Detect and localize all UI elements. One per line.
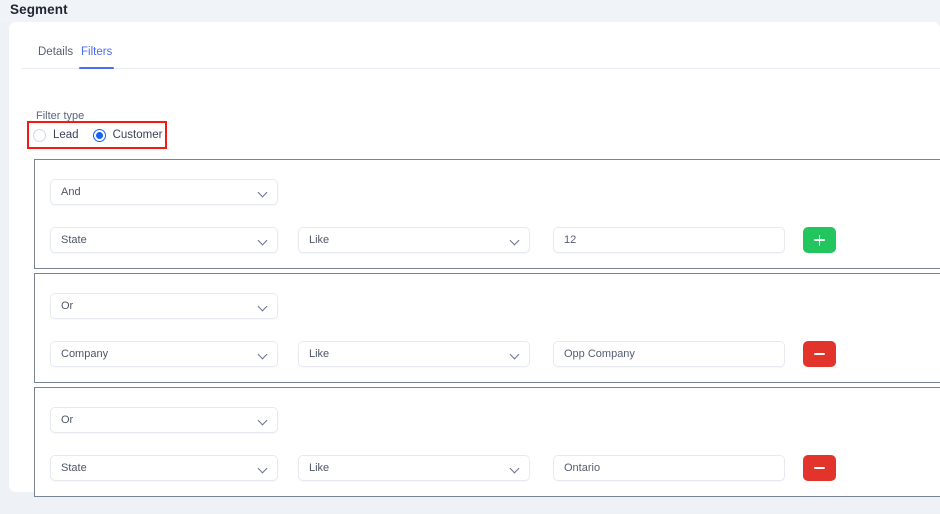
operator-value: Like — [309, 348, 330, 360]
radio-label-customer: Customer — [112, 129, 163, 141]
minus-icon — [814, 463, 825, 474]
radio-option-customer[interactable]: Customer — [92, 128, 163, 142]
conjunction-select[interactable]: Or — [50, 293, 278, 319]
field-value: State — [61, 462, 87, 474]
field-select[interactable]: State — [50, 227, 278, 253]
operator-select[interactable]: Like — [298, 455, 530, 481]
chevron-down-icon — [510, 350, 519, 359]
tab-filters[interactable]: Filters — [79, 42, 115, 69]
value-text: Opp Company — [564, 348, 635, 360]
operator-value: Like — [309, 234, 330, 246]
chevron-down-icon — [510, 464, 519, 473]
conjunction-select[interactable]: And — [50, 179, 278, 205]
value-text: Ontario — [564, 462, 601, 474]
conjunction-value: Or — [61, 414, 74, 426]
radio-label-lead: Lead — [53, 129, 79, 141]
add-filter-button[interactable] — [803, 227, 836, 253]
value-text: 12 — [564, 234, 577, 246]
remove-filter-button[interactable] — [803, 341, 836, 367]
radio-option-lead[interactable]: Lead — [33, 128, 79, 142]
value-input[interactable]: Ontario — [553, 455, 785, 481]
page-title: Segment — [10, 2, 68, 17]
field-value: Company — [61, 348, 109, 360]
remove-filter-button[interactable] — [803, 455, 836, 481]
filter-type-label: Filter type — [36, 110, 85, 121]
segment-card: Details Filters Filter type Lead Custome… — [9, 22, 940, 497]
tab-details[interactable]: Details — [36, 42, 75, 69]
chevron-down-icon — [258, 464, 267, 473]
field-value: State — [61, 234, 87, 246]
filter-type-radio-group: Lead Customer — [33, 126, 162, 144]
filter-group: Or Company Like Opp Company — [34, 273, 940, 383]
chevron-down-icon — [258, 416, 267, 425]
chevron-down-icon — [510, 236, 519, 245]
radio-indicator-lead[interactable] — [33, 128, 46, 142]
value-input[interactable]: 12 — [553, 227, 785, 253]
chevron-down-icon — [258, 236, 267, 245]
window-header-strip — [0, 0, 940, 22]
chevron-down-icon — [258, 350, 267, 359]
tab-bar: Details Filters — [22, 42, 940, 69]
plus-icon — [814, 234, 825, 246]
value-input[interactable]: Opp Company — [553, 341, 785, 367]
field-select[interactable]: Company — [50, 341, 278, 367]
filter-group: And State Like 12 — [34, 159, 940, 269]
field-select[interactable]: State — [50, 455, 278, 481]
operator-value: Like — [309, 462, 330, 474]
minus-icon — [814, 349, 825, 360]
operator-select[interactable]: Like — [298, 341, 530, 367]
filter-groups-container: And State Like 12 Or Company Like Opp Co… — [34, 159, 940, 497]
operator-select[interactable]: Like — [298, 227, 530, 253]
radio-indicator-customer[interactable] — [92, 128, 106, 142]
conjunction-value: Or — [61, 300, 74, 312]
chevron-down-icon — [258, 188, 267, 197]
filter-group: Or State Like Ontario — [34, 387, 940, 497]
conjunction-select[interactable]: Or — [50, 407, 278, 433]
chevron-down-icon — [258, 302, 267, 311]
conjunction-value: And — [61, 186, 81, 198]
